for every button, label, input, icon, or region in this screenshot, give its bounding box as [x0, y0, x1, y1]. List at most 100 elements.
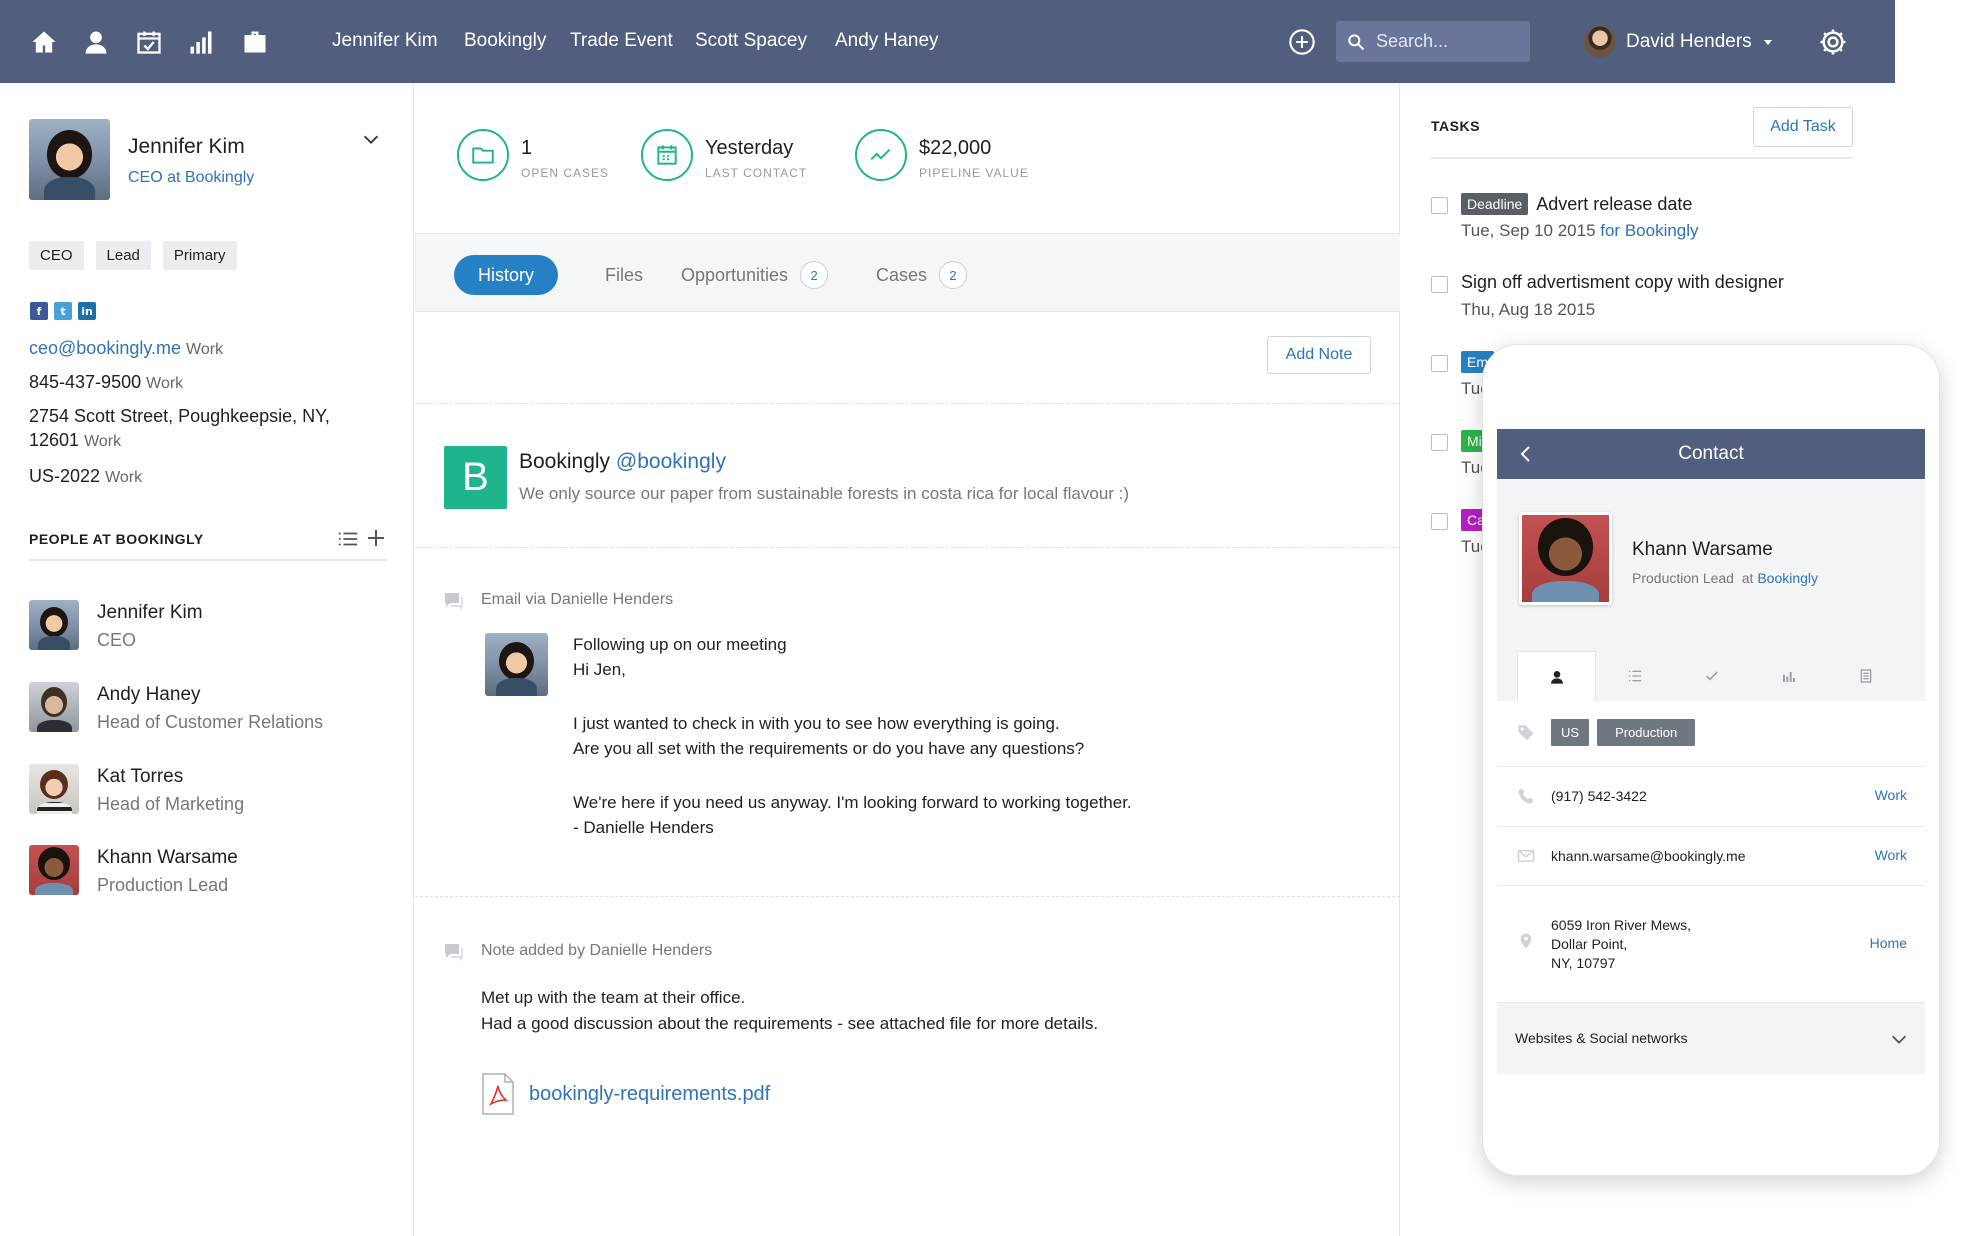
task-title[interactable]: Advert release date [1536, 194, 1692, 215]
people-section-header: PEOPLE AT BOOKINGLY [29, 529, 387, 561]
gear-icon[interactable] [1818, 27, 1848, 57]
tab-opportunities[interactable]: Opportunities 2 [681, 255, 829, 295]
tab-stats[interactable] [1751, 651, 1828, 701]
nav-link-scott-spacey[interactable]: Scott Spacey [695, 30, 807, 52]
tab-tasks[interactable] [1673, 651, 1750, 701]
person-title: Head of Marketing [97, 794, 245, 814]
stat-value: 1 [521, 137, 533, 159]
search-box[interactable] [1336, 21, 1530, 62]
list-icon[interactable] [337, 529, 359, 549]
facebook-icon[interactable]: f [30, 302, 48, 320]
profile-name: Jennifer Kim [128, 135, 245, 158]
mobile-tag[interactable]: Production [1597, 719, 1696, 746]
attachment-link[interactable]: bookingly-requirements.pdf [529, 1083, 770, 1106]
tag-lead[interactable]: Lead [95, 241, 151, 270]
person-photo [29, 764, 79, 814]
home-icon[interactable] [29, 27, 59, 57]
person-photo [29, 600, 79, 650]
address-line: NY, 10797 [1551, 955, 1616, 971]
mobile-email-row[interactable]: khann.warsame@bookingly.me Work [1497, 826, 1925, 885]
bar-chart-icon[interactable] [186, 27, 216, 57]
mobile-address: 6059 Iron River Mews, Dollar Point, NY, … [1551, 916, 1691, 973]
mobile-websites-label: Websites & Social networks [1515, 1030, 1688, 1046]
address-line: 2754 Scott Street, Poughkeepsie, NY, 126… [29, 404, 330, 454]
tag-icon [1518, 725, 1534, 741]
divider [415, 403, 1400, 404]
profile-role: CEO at Bookingly [128, 169, 254, 187]
task-checkbox[interactable] [1431, 276, 1448, 293]
person-item[interactable]: Jennifer Kim CEO [29, 600, 389, 654]
caret-down-icon [1763, 40, 1772, 45]
task-checkbox[interactable] [1431, 513, 1448, 530]
tweet-author-name[interactable]: Bookingly [519, 450, 610, 473]
task-checkbox[interactable] [1431, 197, 1448, 214]
person-photo [29, 682, 79, 732]
mobile-address-row[interactable]: 6059 Iron River Mews, Dollar Point, NY, … [1497, 885, 1925, 1002]
checkmark-icon [1706, 671, 1718, 681]
search-input[interactable] [1376, 21, 1526, 62]
task-checkbox[interactable] [1431, 355, 1448, 372]
tab-files[interactable]: Files [605, 255, 643, 295]
person-item[interactable]: Khann Warsame Production Lead [29, 845, 389, 899]
user-menu[interactable]: David Henders [1584, 22, 1774, 62]
top-navigation-bar: Jennifer Kim Bookingly Trade Event Scott… [0, 0, 1895, 83]
nav-link-trade-event[interactable]: Trade Event [570, 30, 673, 52]
tab-history[interactable]: History [454, 255, 559, 295]
phone-number[interactable]: 845-437-9500 [29, 372, 141, 392]
person-title: Head of Customer Relations [97, 712, 324, 732]
profile-company-link[interactable]: Bookingly [185, 169, 254, 186]
note-body-line: Met up with the team at their office. [481, 988, 746, 1007]
task-for-link[interactable]: Bookingly [1625, 221, 1699, 240]
list-icon [1628, 670, 1641, 682]
bar-chart-icon [1783, 672, 1796, 682]
mobile-phone-kind: Work [1874, 787, 1907, 803]
nav-link-andy-haney[interactable]: Andy Haney [835, 30, 939, 52]
tweet-handle[interactable]: @bookingly [616, 450, 726, 473]
tab-notes[interactable] [1828, 651, 1905, 701]
email-meta: Email via Danielle Henders [481, 591, 674, 608]
task-meta: Tue, Sep 10 2015 for Bookingly [1461, 221, 1699, 241]
twitter-icon[interactable]: t [54, 302, 72, 320]
plus-icon[interactable] [365, 527, 387, 549]
count-badge: 2 [800, 261, 829, 289]
mobile-websites-row[interactable]: Websites & Social networks [1497, 1002, 1925, 1074]
person-name: Jennifer Kim [97, 602, 203, 623]
task-checkbox[interactable] [1431, 434, 1448, 451]
person-item[interactable]: Kat Torres Head of Marketing [29, 764, 389, 818]
note-body-line: Had a good discussion about the requirem… [481, 1014, 1099, 1033]
contact-sidebar: Jennifer Kim CEO at Bookingly CEO Lead P… [0, 83, 414, 1236]
tab-cases[interactable]: Cases 2 [876, 255, 968, 295]
person-icon [1550, 670, 1563, 684]
stats-bar: 1 OPEN CASES Yesterday LAST CONTACT $22,… [415, 83, 1400, 234]
nav-link-jennifer-kim[interactable]: Jennifer Kim [332, 30, 438, 52]
person-icon[interactable] [81, 27, 111, 57]
mobile-phone-row[interactable]: (917) 542-3422 Work [1497, 766, 1925, 826]
tweet-author: Bookingly @bookingly [519, 450, 726, 474]
tab-label: Opportunities [681, 264, 789, 285]
address-text-2: 12601 [29, 430, 80, 450]
stat-label: LAST CONTACT [705, 166, 808, 180]
email-link[interactable]: ceo@bookingly.me [29, 338, 181, 358]
calendar-icon[interactable] [134, 27, 164, 57]
tab-label: History [478, 264, 535, 285]
tag-primary[interactable]: Primary [162, 241, 237, 270]
tag-ceo[interactable]: CEO [29, 241, 84, 270]
add-circle-icon[interactable] [1288, 28, 1316, 56]
trend-line-icon [855, 129, 907, 181]
task-title[interactable]: Sign off advertisment copy with designer [1461, 272, 1784, 293]
nav-link-bookingly[interactable]: Bookingly [464, 30, 546, 52]
person-item[interactable]: Andy Haney Head of Customer Relations [29, 682, 389, 736]
briefcase-icon[interactable] [240, 27, 270, 57]
tab-person[interactable] [1517, 651, 1597, 701]
mobile-header: Contact [1497, 429, 1925, 479]
stat-value: Yesterday [705, 137, 794, 159]
linkedin-icon[interactable]: in [78, 302, 96, 320]
mobile-company-link[interactable]: Bookingly [1757, 570, 1818, 586]
mobile-device-mockup: Contact Khann Warsame Production Lead at… [1482, 344, 1940, 1176]
add-task-button[interactable]: Add Task [1753, 107, 1853, 147]
chevron-down-icon[interactable] [360, 128, 382, 150]
tab-list[interactable] [1596, 651, 1673, 701]
email-body-line: Hi Jen, [573, 660, 626, 679]
mobile-tag[interactable]: US [1551, 719, 1590, 746]
add-note-button[interactable]: Add Note [1267, 336, 1371, 374]
